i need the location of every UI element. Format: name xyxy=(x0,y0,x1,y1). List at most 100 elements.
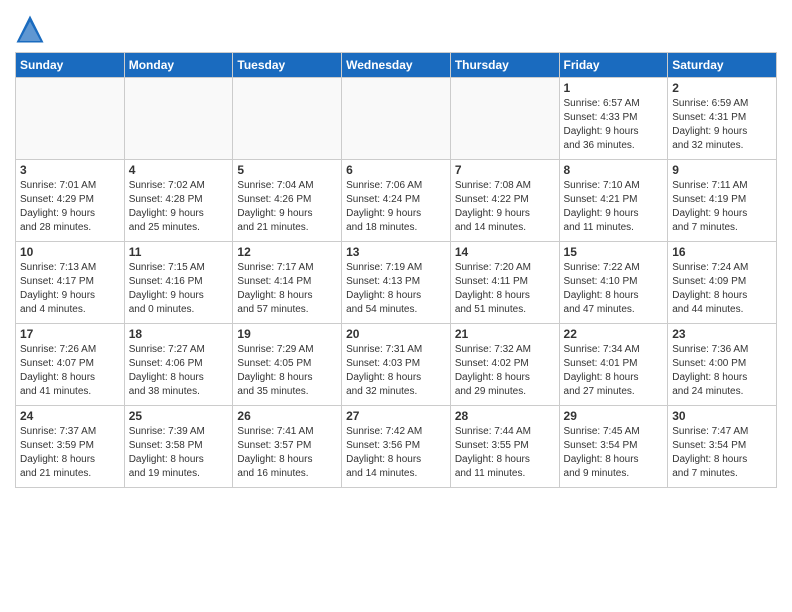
day-number: 18 xyxy=(129,327,229,341)
day-info: Sunrise: 7:19 AM Sunset: 4:13 PM Dayligh… xyxy=(346,261,446,317)
calendar-cell xyxy=(124,78,233,160)
day-number: 17 xyxy=(20,327,120,341)
day-number: 28 xyxy=(455,409,555,423)
day-number: 16 xyxy=(672,245,772,259)
header-day-saturday: Saturday xyxy=(668,53,777,78)
day-number: 10 xyxy=(20,245,120,259)
calendar-cell: 14 Sunrise: 7:20 AM Sunset: 4:11 PM Dayli… xyxy=(450,242,559,324)
calendar-cell: 20 Sunrise: 7:31 AM Sunset: 4:03 PM Dayli… xyxy=(342,324,451,406)
day-info: Sunrise: 6:59 AM Sunset: 4:31 PM Dayligh… xyxy=(672,97,772,153)
day-info: Sunrise: 7:11 AM Sunset: 4:19 PM Dayligh… xyxy=(672,179,772,235)
day-number: 19 xyxy=(237,327,337,341)
calendar-cell: 5 Sunrise: 7:04 AM Sunset: 4:26 PM Daylig… xyxy=(233,160,342,242)
week-row-5: 24 Sunrise: 7:37 AM Sunset: 3:59 PM Dayli… xyxy=(16,406,777,488)
day-number: 24 xyxy=(20,409,120,423)
calendar-table: SundayMondayTuesdayWednesdayThursdayFrid… xyxy=(15,52,777,488)
calendar-cell: 27 Sunrise: 7:42 AM Sunset: 3:56 PM Dayli… xyxy=(342,406,451,488)
calendar-cell xyxy=(233,78,342,160)
day-number: 3 xyxy=(20,163,120,177)
calendar-cell: 3 Sunrise: 7:01 AM Sunset: 4:29 PM Daylig… xyxy=(16,160,125,242)
calendar-cell: 16 Sunrise: 7:24 AM Sunset: 4:09 PM Dayli… xyxy=(668,242,777,324)
day-number: 6 xyxy=(346,163,446,177)
day-number: 2 xyxy=(672,81,772,95)
calendar-cell: 26 Sunrise: 7:41 AM Sunset: 3:57 PM Dayli… xyxy=(233,406,342,488)
calendar-cell: 6Sunrise: 7:06 AM Sunset: 4:24 PM Daylig… xyxy=(342,160,451,242)
day-number: 14 xyxy=(455,245,555,259)
day-info: Sunrise: 7:17 AM Sunset: 4:14 PM Dayligh… xyxy=(237,261,337,317)
day-number: 15 xyxy=(564,245,664,259)
calendar-cell: 18 Sunrise: 7:27 AM Sunset: 4:06 PM Dayli… xyxy=(124,324,233,406)
day-info: Sunrise: 7:32 AM Sunset: 4:02 PM Dayligh… xyxy=(455,343,555,399)
day-info: Sunrise: 7:01 AM Sunset: 4:29 PM Dayligh… xyxy=(20,179,120,235)
day-number: 29 xyxy=(564,409,664,423)
header-day-wednesday: Wednesday xyxy=(342,53,451,78)
calendar-cell: 11 Sunrise: 7:15 AM Sunset: 4:16 PM Dayli… xyxy=(124,242,233,324)
calendar-cell xyxy=(450,78,559,160)
day-info: Sunrise: 6:57 AM Sunset: 4:33 PM Dayligh… xyxy=(564,97,664,153)
calendar-cell: 29 Sunrise: 7:45 AM Sunset: 3:54 PM Dayli… xyxy=(559,406,668,488)
day-number: 7 xyxy=(455,163,555,177)
calendar-cell: 23 Sunrise: 7:36 AM Sunset: 4:00 PM Dayli… xyxy=(668,324,777,406)
day-info: Sunrise: 7:42 AM Sunset: 3:56 PM Dayligh… xyxy=(346,425,446,481)
day-info: Sunrise: 7:45 AM Sunset: 3:54 PM Dayligh… xyxy=(564,425,664,481)
header-area xyxy=(15,10,777,44)
day-info: Sunrise: 7:34 AM Sunset: 4:01 PM Dayligh… xyxy=(564,343,664,399)
calendar-cell xyxy=(342,78,451,160)
day-number: 11 xyxy=(129,245,229,259)
week-row-3: 10 Sunrise: 7:13 AM Sunset: 4:17 PM Dayli… xyxy=(16,242,777,324)
day-info: Sunrise: 7:04 AM Sunset: 4:26 PM Dayligh… xyxy=(237,179,337,235)
week-row-4: 17Sunrise: 7:26 AM Sunset: 4:07 PM Dayli… xyxy=(16,324,777,406)
day-number: 30 xyxy=(672,409,772,423)
logo xyxy=(15,14,49,44)
header-day-monday: Monday xyxy=(124,53,233,78)
calendar-cell: 19 Sunrise: 7:29 AM Sunset: 4:05 PM Dayli… xyxy=(233,324,342,406)
header-day-tuesday: Tuesday xyxy=(233,53,342,78)
day-number: 4 xyxy=(129,163,229,177)
calendar-cell: 13 Sunrise: 7:19 AM Sunset: 4:13 PM Dayli… xyxy=(342,242,451,324)
day-info: Sunrise: 7:41 AM Sunset: 3:57 PM Dayligh… xyxy=(237,425,337,481)
day-info: Sunrise: 7:29 AM Sunset: 4:05 PM Dayligh… xyxy=(237,343,337,399)
day-info: Sunrise: 7:27 AM Sunset: 4:06 PM Dayligh… xyxy=(129,343,229,399)
day-info: Sunrise: 7:08 AM Sunset: 4:22 PM Dayligh… xyxy=(455,179,555,235)
day-number: 20 xyxy=(346,327,446,341)
day-number: 23 xyxy=(672,327,772,341)
week-row-1: 1 Sunrise: 6:57 AM Sunset: 4:33 PM Daylig… xyxy=(16,78,777,160)
calendar-cell: 24 Sunrise: 7:37 AM Sunset: 3:59 PM Dayli… xyxy=(16,406,125,488)
calendar-cell: 30 Sunrise: 7:47 AM Sunset: 3:54 PM Dayli… xyxy=(668,406,777,488)
header-row: SundayMondayTuesdayWednesdayThursdayFrid… xyxy=(16,53,777,78)
day-number: 5 xyxy=(237,163,337,177)
day-info: Sunrise: 7:36 AM Sunset: 4:00 PM Dayligh… xyxy=(672,343,772,399)
calendar-cell: 12Sunrise: 7:17 AM Sunset: 4:14 PM Dayli… xyxy=(233,242,342,324)
day-number: 22 xyxy=(564,327,664,341)
day-info: Sunrise: 7:15 AM Sunset: 4:16 PM Dayligh… xyxy=(129,261,229,317)
day-number: 8 xyxy=(564,163,664,177)
day-info: Sunrise: 7:10 AM Sunset: 4:21 PM Dayligh… xyxy=(564,179,664,235)
day-info: Sunrise: 7:24 AM Sunset: 4:09 PM Dayligh… xyxy=(672,261,772,317)
day-info: Sunrise: 7:37 AM Sunset: 3:59 PM Dayligh… xyxy=(20,425,120,481)
calendar-cell xyxy=(16,78,125,160)
calendar-cell: 2 Sunrise: 6:59 AM Sunset: 4:31 PM Daylig… xyxy=(668,78,777,160)
day-number: 26 xyxy=(237,409,337,423)
day-info: Sunrise: 7:13 AM Sunset: 4:17 PM Dayligh… xyxy=(20,261,120,317)
calendar-cell: 1 Sunrise: 6:57 AM Sunset: 4:33 PM Daylig… xyxy=(559,78,668,160)
calendar-body: 1 Sunrise: 6:57 AM Sunset: 4:33 PM Daylig… xyxy=(16,78,777,488)
calendar-header: SundayMondayTuesdayWednesdayThursdayFrid… xyxy=(16,53,777,78)
calendar-cell: 8 Sunrise: 7:10 AM Sunset: 4:21 PM Daylig… xyxy=(559,160,668,242)
calendar-cell: 7 Sunrise: 7:08 AM Sunset: 4:22 PM Daylig… xyxy=(450,160,559,242)
calendar-cell: 4Sunrise: 7:02 AM Sunset: 4:28 PM Daylig… xyxy=(124,160,233,242)
day-number: 1 xyxy=(564,81,664,95)
header-day-sunday: Sunday xyxy=(16,53,125,78)
calendar-cell: 25 Sunrise: 7:39 AM Sunset: 3:58 PM Dayli… xyxy=(124,406,233,488)
day-number: 25 xyxy=(129,409,229,423)
day-info: Sunrise: 7:39 AM Sunset: 3:58 PM Dayligh… xyxy=(129,425,229,481)
day-number: 9 xyxy=(672,163,772,177)
day-info: Sunrise: 7:20 AM Sunset: 4:11 PM Dayligh… xyxy=(455,261,555,317)
day-number: 21 xyxy=(455,327,555,341)
day-info: Sunrise: 7:31 AM Sunset: 4:03 PM Dayligh… xyxy=(346,343,446,399)
calendar-cell: 21 Sunrise: 7:32 AM Sunset: 4:02 PM Dayli… xyxy=(450,324,559,406)
day-number: 27 xyxy=(346,409,446,423)
day-number: 13 xyxy=(346,245,446,259)
day-info: Sunrise: 7:44 AM Sunset: 3:55 PM Dayligh… xyxy=(455,425,555,481)
day-info: Sunrise: 7:47 AM Sunset: 3:54 PM Dayligh… xyxy=(672,425,772,481)
header-day-thursday: Thursday xyxy=(450,53,559,78)
